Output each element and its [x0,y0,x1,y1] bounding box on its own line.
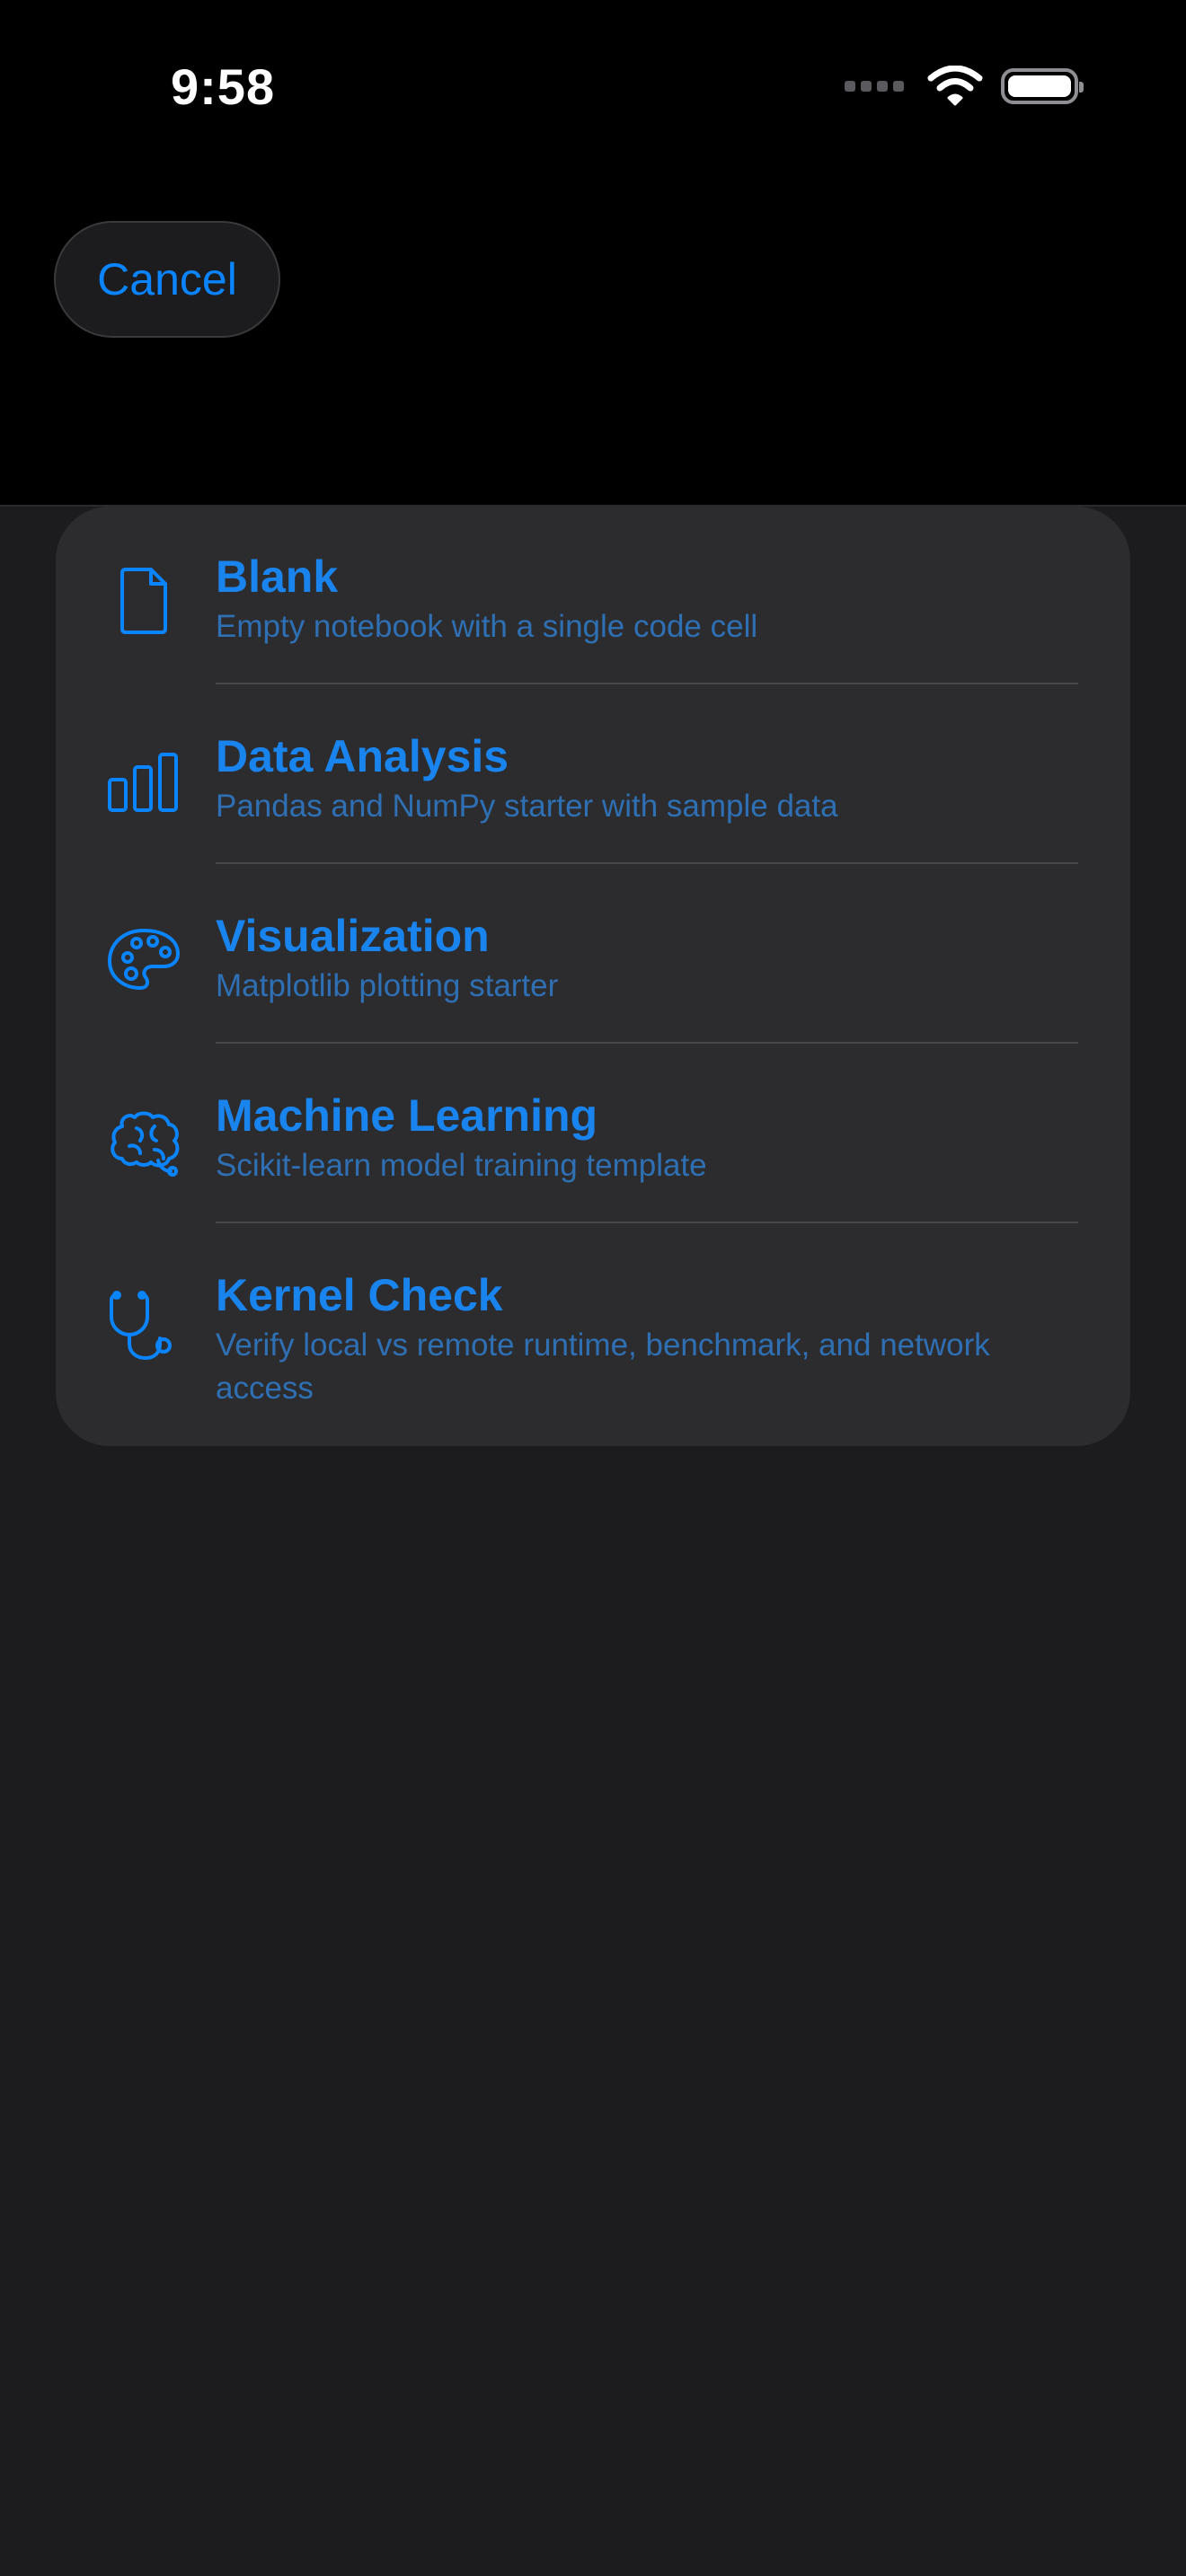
template-item-blank[interactable]: Blank Empty notebook with a single code … [56,507,1130,686]
brain-icon [101,1096,187,1182]
template-list: Blank Empty notebook with a single code … [56,507,1130,1446]
template-subtitle: Pandas and NumPy starter with sample dat… [216,789,838,824]
template-title: Data Analysis [216,731,509,781]
status-time: 9:58 [171,58,276,115]
screen: 9:58 Cancel Blank Empty notebook with a … [0,0,1186,2576]
template-subtitle: Scikit-learn model training template [216,1148,707,1183]
template-item-visualization[interactable]: Visualization Matplotlib plotting starte… [56,866,1130,1045]
document-icon [101,557,187,643]
cellular-signal-icon [845,81,904,92]
separator [216,862,1078,864]
separator [216,683,1078,684]
template-title: Visualization [216,911,490,961]
template-item-machine-learning[interactable]: Machine Learning Scikit-learn model trai… [56,1045,1130,1225]
stethoscope-icon [101,1283,187,1369]
template-item-data-analysis[interactable]: Data Analysis Pandas and NumPy starter w… [56,686,1130,866]
wifi-icon [927,66,983,106]
separator [216,1042,1078,1044]
template-subtitle: Empty notebook with a single code cell [216,609,758,644]
template-item-kernel-check[interactable]: Kernel Check Verify local vs remote runt… [56,1225,1130,1446]
template-subtitle: Matplotlib plotting starter [216,968,559,1003]
separator [216,1222,1078,1223]
bar-chart-icon [101,737,187,823]
template-title: Kernel Check [216,1270,503,1320]
battery-icon [1001,68,1084,104]
status-icons [845,61,1084,111]
palette-icon [101,916,187,1002]
cancel-button[interactable]: Cancel [54,221,280,338]
template-title: Machine Learning [216,1090,598,1141]
template-title: Blank [216,551,339,602]
template-subtitle: Verify local vs remote runtime, benchmar… [216,1328,990,1406]
